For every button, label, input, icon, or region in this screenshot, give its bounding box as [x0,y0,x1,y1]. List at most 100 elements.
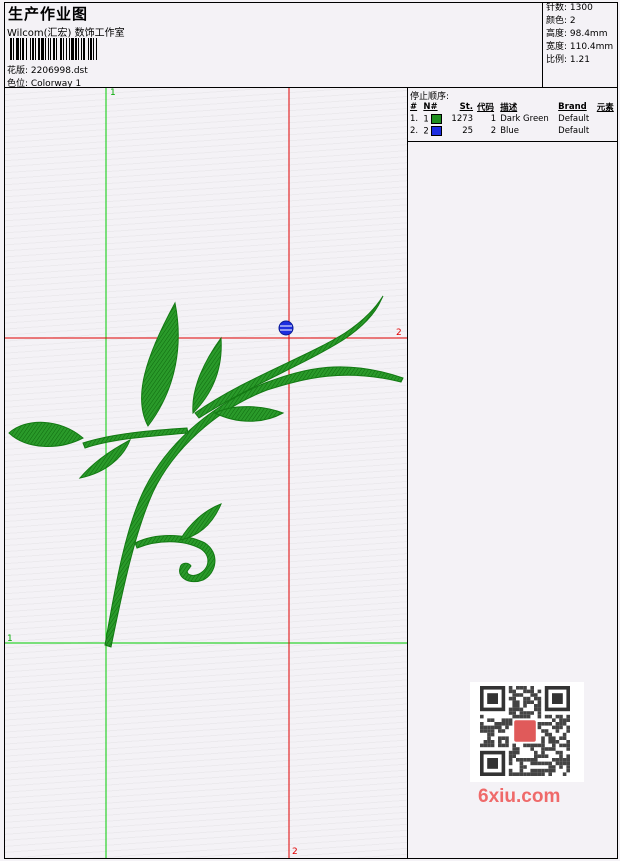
qr-module [512,693,516,697]
qr-module [566,765,570,769]
qr-module [548,722,552,726]
qr-module [544,722,549,726]
qr-module [530,700,534,704]
qr-module [541,740,545,744]
design-canvas: 1 1 2 2 [5,88,408,858]
qr-module [544,761,549,766]
qr-finder [487,758,498,769]
qr-module [519,772,524,776]
qr-module [562,722,567,726]
qr-module [537,743,542,748]
qr-module [559,758,563,762]
col-header-code: 代码 [477,103,495,113]
qr-module [530,686,534,690]
lower-leaf [179,503,222,541]
qr-module [559,761,563,766]
qr-module [541,754,545,758]
qr-module [537,700,542,704]
color-swatch [431,113,443,124]
col-header-description: 描述 [500,103,518,113]
color-swatch [431,125,443,136]
qr-module [512,750,516,755]
qr-module [516,707,520,712]
qr-module [562,718,567,722]
qr-module [483,743,488,748]
qr-module [526,758,531,762]
qr-module [508,718,513,722]
qr-module [537,711,542,715]
qr-module [541,736,545,740]
qr-module [562,758,567,762]
design-width: 宽度: 110.4mm [546,42,614,52]
qr-module [487,729,491,733]
qr-module [534,750,538,755]
qr-module [480,743,484,748]
qr-module [555,725,560,730]
qr-module [498,743,502,748]
qr-module [530,768,534,773]
qr-module [516,772,520,776]
qr-module [505,718,509,722]
qr-module [552,768,556,773]
qr-module [519,758,524,762]
blue-element [278,320,294,336]
qr-module [559,743,563,748]
qr-module [512,700,516,704]
qr-module [562,772,567,776]
qr-module [562,736,567,740]
qr-module [483,740,488,744]
qr-module [548,740,552,744]
qr-module [494,722,498,726]
red-horizontal-label: 2 [396,328,402,338]
qr-module [534,693,538,697]
qr-module [508,686,513,690]
qr-module [530,711,534,715]
qr-module [498,725,502,730]
barcode-bar [97,38,99,60]
qr-module [508,750,513,755]
qr-module [544,732,549,737]
qr-module [541,768,545,773]
qr-module [537,754,542,758]
qr-module [566,714,570,719]
row-needle: 1 [423,114,429,125]
qr-module [523,711,527,715]
qr-module [523,772,527,776]
qr-module [530,772,534,776]
qr-module [498,729,502,733]
qr-module [487,718,491,722]
studio-name: Wilcom(汇宏) 数饰工作室 [7,28,125,39]
qr-module [490,740,495,744]
qr-module [505,740,509,744]
qr-module [541,761,545,766]
qr-code-graphic [480,686,570,776]
qr-module [530,747,534,751]
qr-module [566,761,570,766]
qr-module [530,743,534,748]
qr-module [559,714,563,719]
qr-module [544,747,549,751]
qr-module [508,768,513,773]
qr-module [566,754,570,758]
row-description: Blue [500,126,519,136]
qr-module [480,722,484,726]
col-header-element: 元素 [596,103,614,113]
qr-module [566,768,570,773]
qr-module [526,700,531,704]
qr-module [530,761,534,766]
qr-module [552,718,556,722]
qr-module [559,765,563,769]
qr-module [534,772,538,776]
top-leaf [141,301,179,427]
qr-module [505,743,509,748]
qr-module [537,704,542,708]
qr-module [552,736,556,740]
qr-module [516,750,520,755]
qr-module [512,711,516,715]
qr-module [483,729,488,733]
qr-module [498,736,502,740]
qr-module [552,743,556,748]
embroidery-svg [5,88,407,858]
left-leaf [8,421,84,447]
qr-module [559,750,563,755]
